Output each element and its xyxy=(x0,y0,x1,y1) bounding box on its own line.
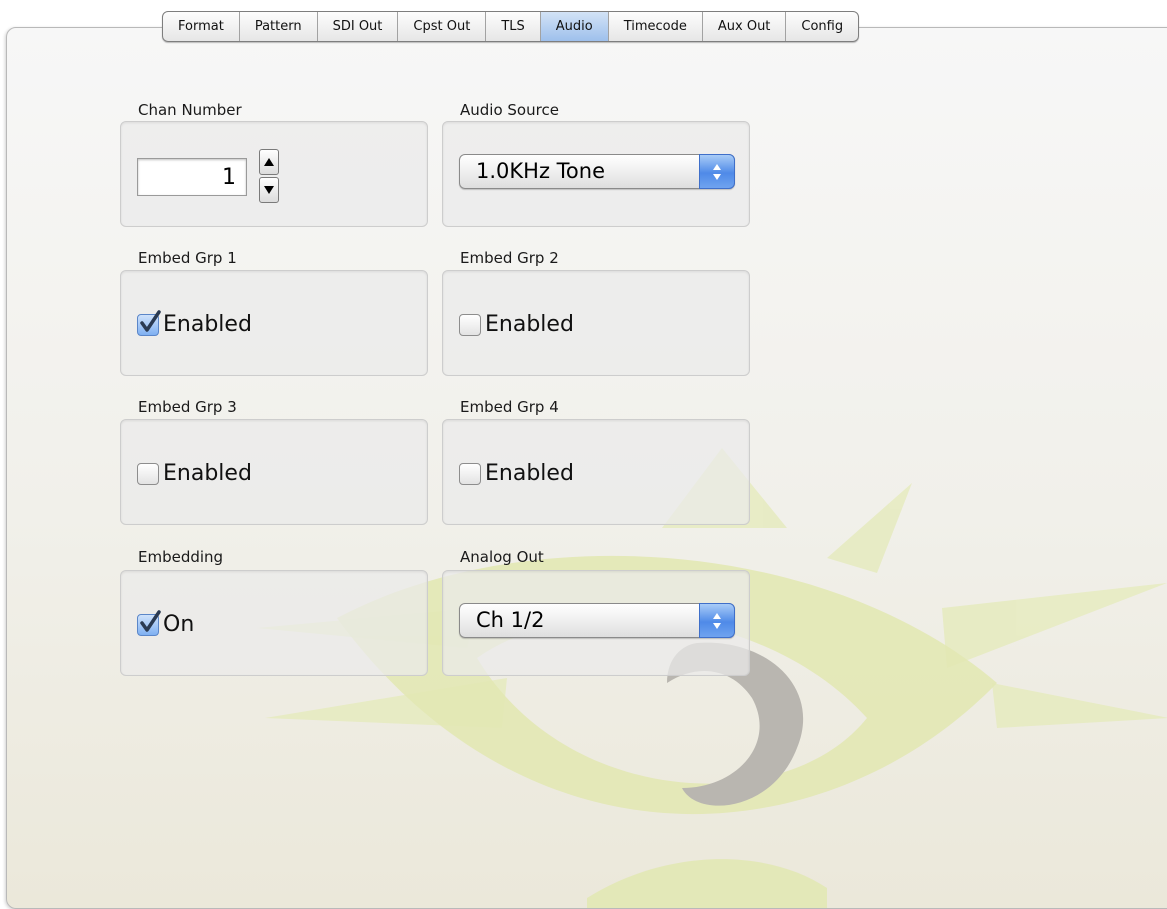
tab-audio[interactable]: Audio xyxy=(540,12,609,41)
checkbox-unchecked-icon[interactable] xyxy=(459,462,481,485)
embed-grp4-checkbox[interactable]: Enabled xyxy=(459,461,574,486)
embedding-box: On xyxy=(120,570,428,676)
chan-number-label: Chan Number xyxy=(138,101,242,119)
tab-tls[interactable]: TLS xyxy=(486,12,541,41)
chan-number-stepper[interactable] xyxy=(259,149,279,203)
embedding-checkbox-label: On xyxy=(163,612,195,637)
embed-grp4-checkbox-label: Enabled xyxy=(485,461,574,486)
checkbox-checked-icon[interactable] xyxy=(137,309,161,336)
checkbox-unchecked-icon[interactable] xyxy=(459,313,481,336)
arrow-down-icon xyxy=(264,186,274,194)
analog-out-box: Ch 1/2 xyxy=(442,570,750,676)
embed-grp3-checkbox[interactable]: Enabled xyxy=(137,461,252,486)
tab-cpst-out[interactable]: Cpst Out xyxy=(398,12,487,41)
chan-number-field[interactable]: 1 xyxy=(137,158,247,196)
embed-grp2-label: Embed Grp 2 xyxy=(460,249,559,267)
select-arrows-icon xyxy=(699,154,735,189)
audio-source-box: 1.0KHz Tone xyxy=(442,121,750,227)
embed-grp3-box: Enabled xyxy=(120,419,428,525)
embed-grp4-box: Enabled xyxy=(442,419,750,525)
step-down-button[interactable] xyxy=(259,177,279,203)
analog-out-select[interactable]: Ch 1/2 xyxy=(459,603,735,638)
embed-grp1-checkbox[interactable]: Enabled xyxy=(137,309,252,337)
chan-number-box: 1 xyxy=(120,121,428,227)
tab-format[interactable]: Format xyxy=(163,12,240,41)
checkbox-checked-icon[interactable] xyxy=(137,609,161,636)
embed-grp4-label: Embed Grp 4 xyxy=(460,398,559,416)
analog-out-label: Analog Out xyxy=(460,548,544,566)
embed-grp1-label: Embed Grp 1 xyxy=(138,249,237,267)
tab-sdi-out[interactable]: SDI Out xyxy=(318,12,399,41)
embed-grp2-checkbox-label: Enabled xyxy=(485,312,574,337)
tab-config[interactable]: Config xyxy=(786,12,858,41)
audio-panel: Chan Number 1 Audio Source 1.0KHz Tone E… xyxy=(6,27,1167,909)
embed-grp2-checkbox[interactable]: Enabled xyxy=(459,312,574,337)
tab-aux-out[interactable]: Aux Out xyxy=(703,12,787,41)
tab-bar: Format Pattern SDI Out Cpst Out TLS Audi… xyxy=(162,11,860,42)
tab-timecode[interactable]: Timecode xyxy=(609,12,703,41)
tab-pattern[interactable]: Pattern xyxy=(240,12,318,41)
audio-source-label: Audio Source xyxy=(460,101,559,119)
analog-out-value: Ch 1/2 xyxy=(476,608,545,632)
embed-grp3-label: Embed Grp 3 xyxy=(138,398,237,416)
step-up-button[interactable] xyxy=(259,149,279,175)
embed-grp3-checkbox-label: Enabled xyxy=(163,461,252,486)
embed-grp2-box: Enabled xyxy=(442,270,750,376)
audio-source-select[interactable]: 1.0KHz Tone xyxy=(459,154,735,189)
checkbox-unchecked-icon[interactable] xyxy=(137,462,159,485)
audio-source-value: 1.0KHz Tone xyxy=(476,159,605,183)
embedding-checkbox[interactable]: On xyxy=(137,609,195,637)
embed-grp1-checkbox-label: Enabled xyxy=(163,312,252,337)
embed-grp1-box: Enabled xyxy=(120,270,428,376)
embedding-label: Embedding xyxy=(138,548,224,566)
select-arrows-icon xyxy=(699,603,735,638)
arrow-up-icon xyxy=(264,158,274,166)
